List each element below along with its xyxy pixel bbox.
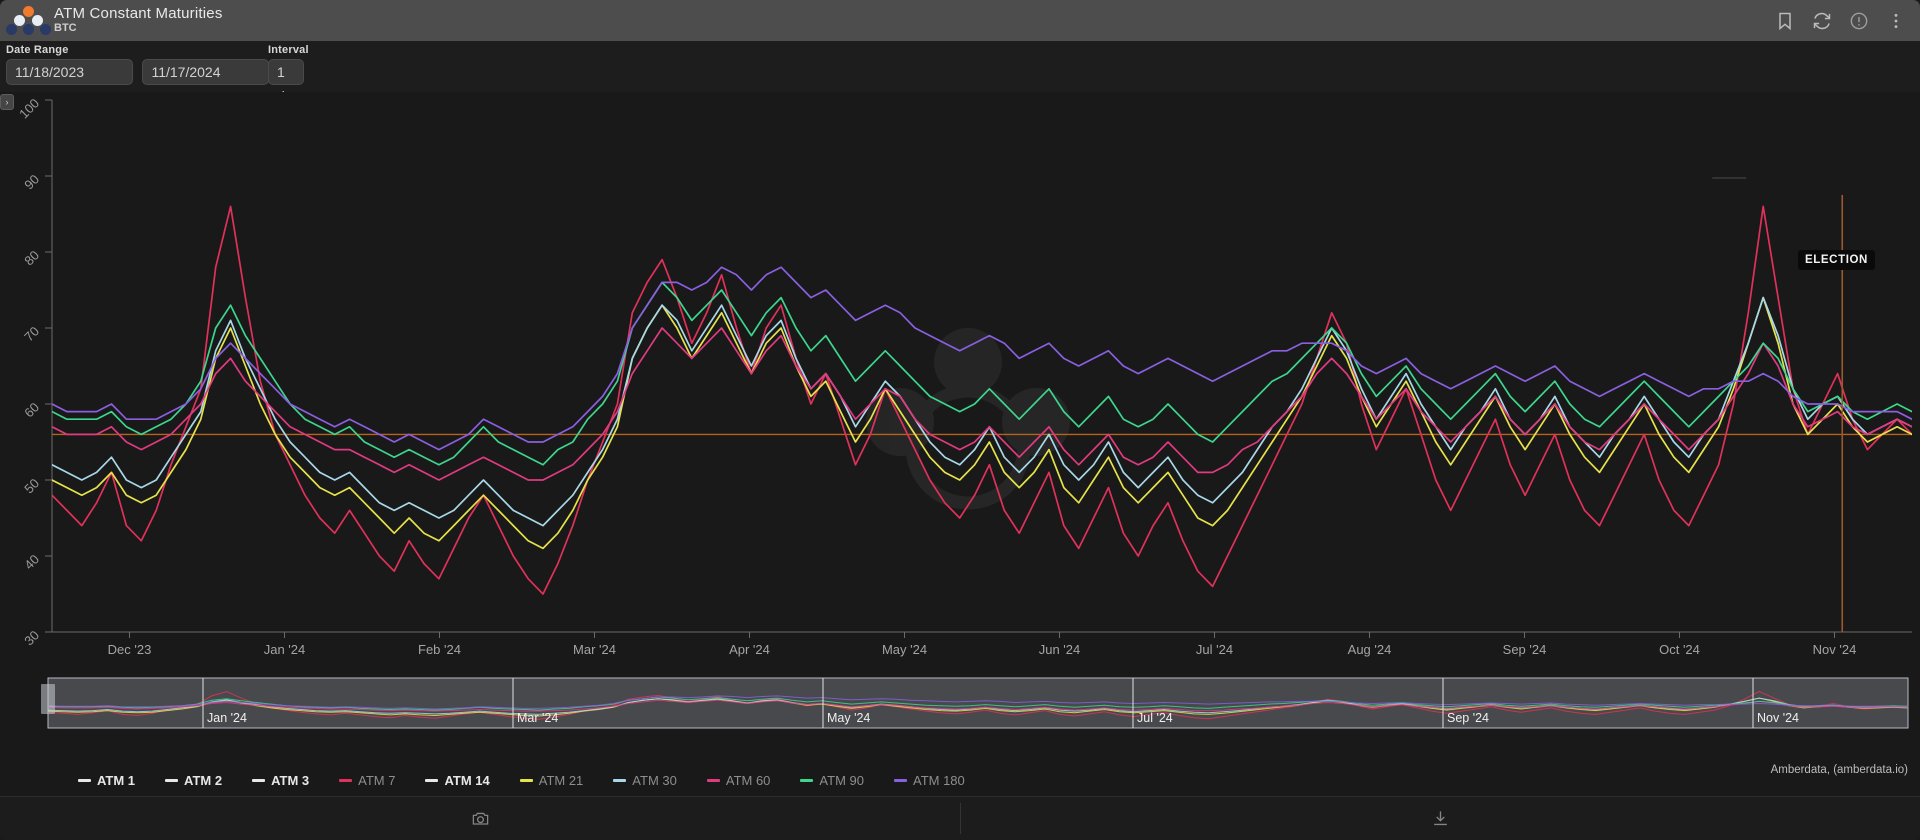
legend-label: ATM 14 <box>444 772 490 788</box>
legend-item-atm-2[interactable]: ATM 2 <box>165 773 222 788</box>
camera-snapshot-button[interactable] <box>0 797 960 840</box>
svg-text:Sep '24: Sep '24 <box>1447 711 1489 725</box>
legend-item-atm-90[interactable]: ATM 90 <box>800 773 864 788</box>
date-range-group: Date Range 11/18/2023 11/17/2024 <box>6 44 270 85</box>
legend-item-atm-1[interactable]: ATM 1 <box>78 773 135 788</box>
legend-item-atm-60[interactable]: ATM 60 <box>706 772 771 788</box>
date-to-input[interactable]: 11/17/2024 <box>142 59 270 85</box>
legend-item-atm-14[interactable]: ATM 14 <box>425 772 490 788</box>
legend-swatch <box>425 778 439 782</box>
legend-item-atm-21[interactable]: ATM 21 <box>519 772 584 788</box>
legend-item-atm-7[interactable]: ATM 7 <box>339 773 395 788</box>
svg-text:Jul '24: Jul '24 <box>1137 711 1173 725</box>
bottom-toolbar <box>0 796 1920 840</box>
controls-bar: Date Range 11/18/2023 11/17/2024 Interva… <box>0 41 1920 104</box>
interval-select[interactable]: 1 day <box>268 59 304 104</box>
legend-label: ATM 2 <box>184 772 223 788</box>
legend-item-atm-180[interactable]: ATM 180 <box>893 772 965 788</box>
page-title: ATM Constant Maturities <box>54 5 223 23</box>
bookmark-icon[interactable] <box>1775 11 1795 31</box>
legend-swatch <box>165 778 179 782</box>
refresh-icon[interactable] <box>1812 11 1832 31</box>
legend-swatch <box>706 778 720 782</box>
interval-label: Interval <box>268 44 309 56</box>
legend-label: ATM 3 <box>271 772 310 788</box>
download-icon <box>1433 811 1447 826</box>
legend-swatch <box>893 778 907 782</box>
date-from-input[interactable]: 11/18/2023 <box>6 59 133 85</box>
app-logo-icon <box>6 3 51 39</box>
svg-text:Nov '24: Nov '24 <box>1757 711 1799 725</box>
camera-icon <box>472 812 488 825</box>
legend-swatch <box>252 778 266 782</box>
legend-swatch <box>613 778 627 782</box>
svg-text:Jan '24: Jan '24 <box>207 711 247 725</box>
legend-swatch <box>339 778 353 782</box>
page-subtitle: BTC <box>54 22 77 35</box>
legend-swatch <box>78 778 91 782</box>
legend-label: ATM 21 <box>538 772 584 788</box>
legend-swatch <box>800 778 814 782</box>
legend-label: ATM 180 <box>912 772 965 788</box>
chart-legend: ATM 1 ATM 2 ATM 3 ATM 7 ATM 14 ATM 21 ATM 30 AT… <box>0 766 1920 794</box>
legend-label: ATM 90 <box>819 772 864 788</box>
legend-label: ATM 60 <box>725 772 771 788</box>
date-range-label: Date Range <box>6 44 69 56</box>
range-navigator[interactable]: Jan '24 Mar '24 May '24 Jul '24 Sep '24 Nov '… <box>0 92 1920 796</box>
legend-label: ATM 30 <box>632 772 677 788</box>
chart-credit: Amberdata, (amberdata.io) <box>1770 764 1908 776</box>
legend-item-atm-30[interactable]: ATM 30 <box>613 773 677 788</box>
legend-label: ATM 7 <box>358 772 396 788</box>
alert-circle-icon[interactable] <box>1849 11 1869 31</box>
chart-container: › 30 40 50 60 70 80 90 100 Dec '23 Jan '24 Feb '2… <box>0 92 1920 796</box>
download-button[interactable] <box>960 797 1920 840</box>
legend-item-atm-3[interactable]: ATM 3 <box>252 773 309 788</box>
legend-swatch <box>519 778 533 782</box>
window-title-bar: ATM Constant Maturities BTC <box>0 0 1920 41</box>
svg-text:May '24: May '24 <box>827 711 870 725</box>
legend-label: ATM 1 <box>97 772 136 788</box>
more-vertical-icon[interactable] <box>1886 11 1906 31</box>
svg-text:Mar '24: Mar '24 <box>517 711 558 725</box>
